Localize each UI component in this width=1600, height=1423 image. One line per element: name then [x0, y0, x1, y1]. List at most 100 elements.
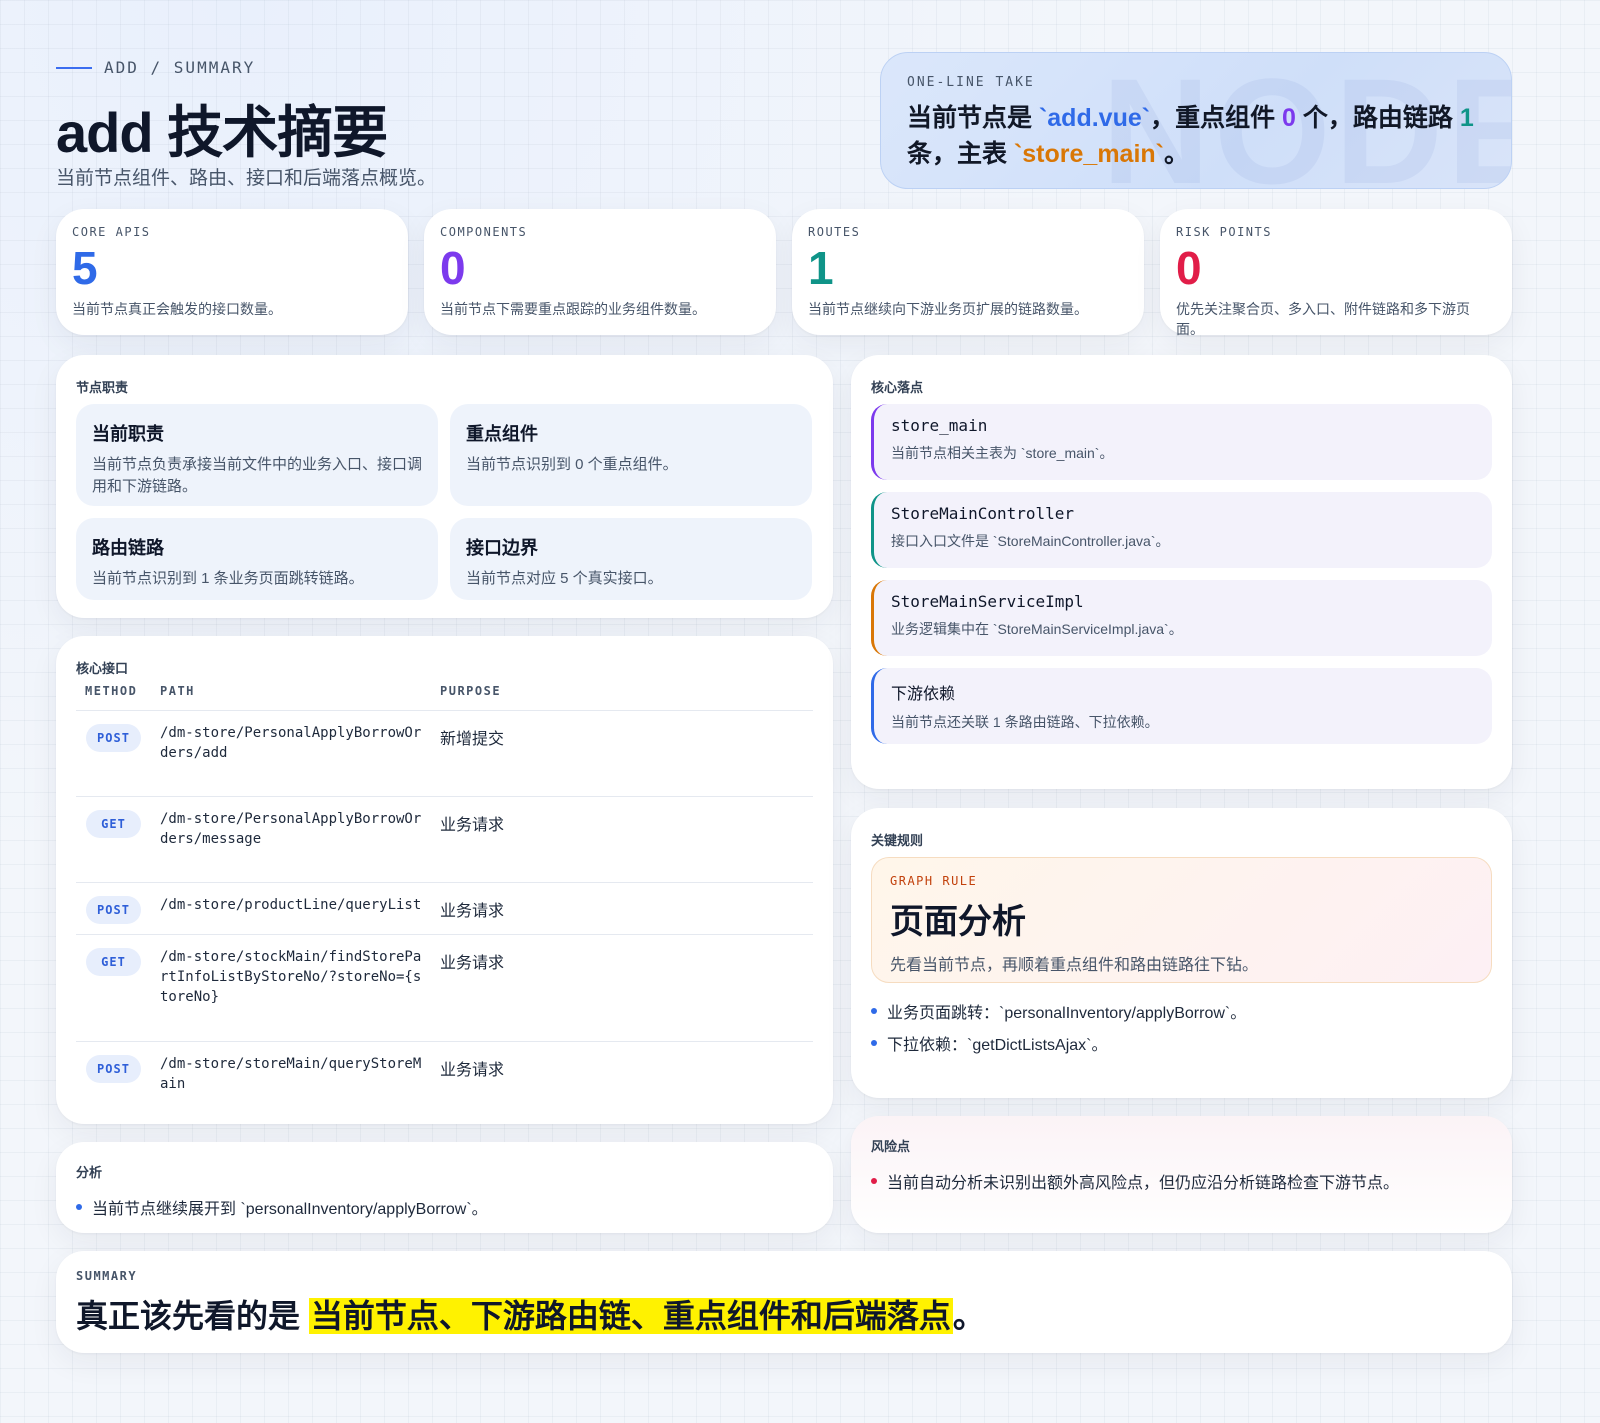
graph-rule-desc: 先看当前节点，再顺着重点组件和路由链路往下钻。 — [890, 957, 1259, 974]
take-text: 当前节点是 `add.vue`，重点组件 0 个，路由链路 1 条，主表 `st… — [907, 104, 1474, 168]
api-purpose: 新增提交 — [440, 731, 505, 748]
key-rules-card: 关键规则 GRAPH RULE 页面分析 先看当前节点，再顺着重点组件和路由链路… — [851, 808, 1512, 1098]
method-badge: POST — [86, 724, 141, 752]
stat-card-components: COMPONENTS 0 当前节点下需要重点跟踪的业务组件数量。 — [424, 209, 776, 335]
section-title: 分析 — [76, 1165, 103, 1180]
stat-card-core-apis: CORE APIS 5 当前节点真正会触发的接口数量。 — [56, 209, 408, 335]
stat-value: 1 — [808, 242, 834, 294]
api-path: /dm-store/productLine/queryList — [160, 897, 422, 913]
landing-item: StoreMainServiceImpl 业务逻辑集中在 `StoreMainS… — [871, 580, 1492, 656]
summary-text: 真正该先看的是 当前节点、下游路由链、重点组件和后端落点。 — [76, 1298, 985, 1334]
page-subtitle: 当前节点组件、路由、接口和后端落点概览。 — [56, 168, 437, 189]
column-header-path: PATH — [160, 684, 195, 698]
tile-desc: 当前节点识别到 0 个重点组件。 — [466, 456, 678, 473]
api-purpose: 业务请求 — [440, 817, 505, 834]
landing-item: store_main 当前节点相关主表为 `store_main`。 — [871, 404, 1492, 480]
api-path: /dm-store/stockMain/findStorePartInfoLis… — [160, 949, 422, 1005]
stat-desc: 当前节点继续向下游业务页扩展的链路数量。 — [808, 301, 1088, 317]
landing-desc: 接口入口文件是 `StoreMainController.java`。 — [891, 533, 1170, 549]
tile-title: 重点组件 — [466, 424, 538, 444]
summary-card: SUMMARY 真正该先看的是 当前节点、下游路由链、重点组件和后端落点。 — [56, 1251, 1512, 1353]
api-path: /dm-store/PersonalApplyBorrowOrders/add — [160, 725, 422, 761]
stat-card-routes: ROUTES 1 当前节点继续向下游业务页扩展的链路数量。 — [792, 209, 1144, 335]
api-path: /dm-store/storeMain/queryStoreMain — [160, 1056, 422, 1092]
landing-desc: 当前节点还关联 1 条路由链路、下拉依赖。 — [891, 714, 1159, 730]
api-purpose: 业务请求 — [440, 955, 505, 972]
node-duty-card: 节点职责 当前职责 当前节点负责承接当前文件中的业务入口、接口调用和下游链路。 … — [56, 355, 833, 618]
method-badge: POST — [86, 896, 141, 924]
table-row: POST /dm-store/storeMain/queryStoreMain … — [76, 1041, 813, 1107]
page-title: add 技术摘要 — [56, 101, 388, 164]
stat-card-risk-points: RISK POINTS 0 优先关注聚合页、多入口、附件链路和多下游页面。 — [1160, 209, 1512, 337]
stat-value: 5 — [72, 242, 98, 294]
stat-value: 0 — [1176, 242, 1202, 294]
section-title: 核心落点 — [871, 380, 924, 395]
take-label: ONE-LINE TAKE — [907, 75, 1035, 90]
take-table: `store_main` — [1013, 140, 1164, 168]
graph-rule-title: 页面分析 — [890, 903, 1026, 941]
tile-desc: 当前节点识别到 1 条业务页面跳转链路。 — [92, 570, 364, 587]
landing-title: StoreMainServiceImpl — [891, 592, 1084, 611]
eyebrow-text: ADD / SUMMARY — [104, 58, 256, 77]
landing-title: StoreMainController — [891, 504, 1075, 523]
stat-label: ROUTES — [808, 225, 861, 239]
tile-title: 路由链路 — [92, 538, 164, 558]
bullet-dot — [871, 1040, 877, 1046]
take-routes: 1 — [1459, 104, 1474, 132]
summary-label: SUMMARY — [76, 1269, 138, 1283]
list-item: 业务页面跳转：`personalInventory/applyBorrow`。 — [871, 999, 1246, 1023]
section-title: 节点职责 — [76, 380, 129, 395]
take-file: `add.vue` — [1038, 104, 1151, 132]
tile-title: 当前职责 — [92, 424, 164, 444]
list-item: 当前自动分析未识别出额外高风险点，但仍应沿分析链路检查下游节点。 — [871, 1169, 1492, 1193]
tile-title: 接口边界 — [466, 538, 538, 558]
api-purpose: 业务请求 — [440, 903, 505, 920]
one-line-take-card: NODE ONE-LINE TAKE 当前节点是 `add.vue`，重点组件 … — [880, 52, 1512, 189]
method-badge: GET — [86, 948, 141, 976]
list-item: 当前节点继续展开到 `personalInventory/applyBorrow… — [76, 1195, 813, 1219]
bullet-dot — [871, 1178, 877, 1184]
stat-label: RISK POINTS — [1176, 225, 1272, 239]
stat-label: COMPONENTS — [440, 225, 528, 239]
graph-rule-label: GRAPH RULE — [890, 874, 978, 888]
duty-tile: 接口边界 当前节点对应 5 个真实接口。 — [450, 518, 812, 600]
tile-desc: 当前节点负责承接当前文件中的业务入口、接口调用和下游链路。 — [92, 456, 423, 495]
analysis-card: 分析 当前节点继续展开到 `personalInventory/applyBor… — [56, 1142, 833, 1233]
landing-desc: 业务逻辑集中在 `StoreMainServiceImpl.java`。 — [891, 621, 1183, 637]
stat-label: CORE APIS — [72, 225, 151, 239]
stat-desc: 当前节点真正会触发的接口数量。 — [72, 301, 282, 317]
section-title: 风险点 — [871, 1139, 911, 1154]
eyebrow: ADD / SUMMARY — [56, 58, 255, 77]
stat-desc: 优先关注聚合页、多入口、附件链路和多下游页面。 — [1176, 301, 1470, 337]
risk-card: 风险点 当前自动分析未识别出额外高风险点，但仍应沿分析链路检查下游节点。 — [851, 1116, 1512, 1233]
table-row: GET /dm-store/PersonalApplyBorrowOrders/… — [76, 796, 813, 882]
stat-desc: 当前节点下需要重点跟踪的业务组件数量。 — [440, 301, 706, 317]
core-apis-card: 核心接口 METHOD PATH PURPOSE POST /dm-store/… — [56, 636, 833, 1124]
core-landing-card: 核心落点 store_main 当前节点相关主表为 `store_main`。 … — [851, 355, 1512, 789]
duty-tile: 当前职责 当前节点负责承接当前文件中的业务入口、接口调用和下游链路。 — [76, 404, 438, 506]
list-item-text: 下拉依赖：`getDictListsAjax`。 — [887, 1037, 1108, 1054]
graph-rule-box: GRAPH RULE 页面分析 先看当前节点，再顺着重点组件和路由链路往下钻。 — [871, 857, 1492, 983]
take-components: 0 — [1282, 104, 1296, 132]
api-purpose: 业务请求 — [440, 1062, 505, 1079]
duty-tile: 重点组件 当前节点识别到 0 个重点组件。 — [450, 404, 812, 506]
landing-item: 下游依赖 当前节点还关联 1 条路由链路、下拉依赖。 — [871, 668, 1492, 744]
section-title: 关键规则 — [871, 833, 924, 848]
api-path: /dm-store/PersonalApplyBorrowOrders/mess… — [160, 811, 422, 847]
column-header-method: METHOD — [85, 684, 138, 698]
column-header-purpose: PURPOSE — [440, 684, 502, 698]
method-badge: POST — [86, 1055, 141, 1083]
list-item-text: 当前自动分析未识别出额外高风险点，但仍应沿分析链路检查下游节点。 — [887, 1175, 1400, 1192]
list-item: 下拉依赖：`getDictListsAjax`。 — [871, 1031, 1107, 1055]
summary-highlight: 当前节点、下游路由链、重点组件和后端落点 — [308, 1298, 953, 1334]
landing-title: store_main — [891, 416, 988, 435]
landing-item: StoreMainController 接口入口文件是 `StoreMainCo… — [871, 492, 1492, 568]
duty-tile: 路由链路 当前节点识别到 1 条业务页面跳转链路。 — [76, 518, 438, 600]
list-item-text: 业务页面跳转：`personalInventory/applyBorrow`。 — [887, 1005, 1247, 1022]
eyebrow-line — [56, 66, 92, 69]
list-item-text: 当前节点继续展开到 `personalInventory/applyBorrow… — [92, 1201, 488, 1218]
method-badge: GET — [86, 810, 141, 838]
bullet-dot — [76, 1204, 82, 1210]
bullet-dot — [871, 1008, 877, 1014]
landing-desc: 当前节点相关主表为 `store_main`。 — [891, 445, 1114, 461]
